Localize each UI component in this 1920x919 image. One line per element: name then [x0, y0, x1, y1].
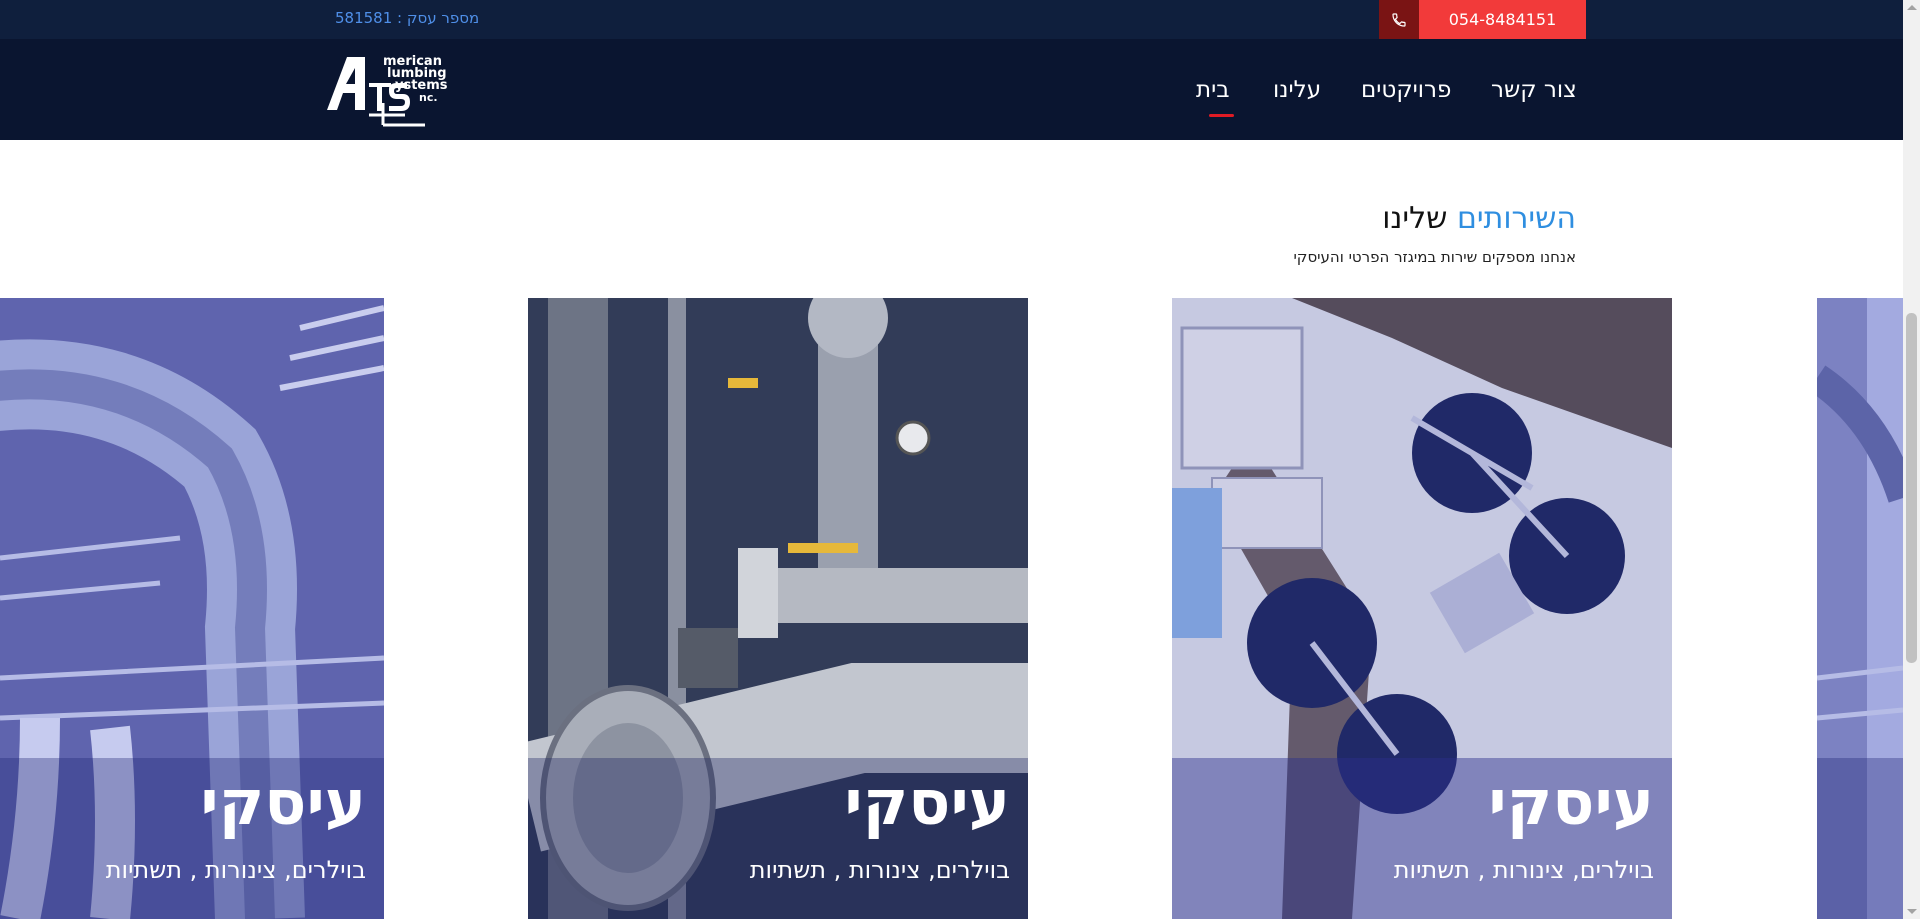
company-logo[interactable]: merican lumbing ystems nc.: [325, 53, 480, 128]
ducts-photo: [1817, 298, 1903, 919]
main-nav: merican lumbing ystems nc. צור קשר פרויק…: [0, 39, 1903, 140]
top-bar: מספר עסק : 581581 054-8484151: [0, 0, 1903, 39]
logo-line-4: nc.: [419, 91, 438, 104]
card-title: עיסקי: [1488, 766, 1654, 839]
phone-icon: [1379, 0, 1419, 39]
scroll-down-icon[interactable]: [1907, 909, 1917, 914]
card-title: עיסקי: [844, 766, 1010, 839]
business-number: מספר עסק : 581581: [335, 9, 480, 27]
service-card[interactable]: עיסקי בוילרים, צינורות , תשתיות: [1172, 298, 1672, 919]
nav-item-about[interactable]: עלינו: [1273, 77, 1321, 103]
scrollbar-thumb[interactable]: [1906, 313, 1917, 663]
service-card[interactable]: עיסקי בוילרים, צינורות , תשתיות: [0, 298, 384, 919]
service-card[interactable]: עיסקי בוילרים, צינורות , תשתיות: [528, 298, 1028, 919]
card-subtitle: בוילרים, צינורות , תשתיות: [749, 856, 1010, 884]
card-subtitle: בוילרים, צינורות , תשתיות: [105, 856, 366, 884]
phone-button[interactable]: 054-8484151: [1379, 0, 1586, 39]
logo-line-3: ystems: [395, 78, 448, 93]
nav-item-home[interactable]: בית: [1196, 77, 1230, 103]
active-nav-indicator: [1209, 114, 1234, 117]
card-subtitle: בוילרים, צינורות , תשתיות: [1393, 856, 1654, 884]
services-title-rest: שלינו: [1382, 201, 1448, 236]
service-card[interactable]: [1817, 298, 1903, 919]
nav-item-projects[interactable]: פרויקטים: [1361, 77, 1451, 103]
services-title: השירותים שלינו: [1382, 201, 1576, 236]
nav-item-contact[interactable]: צור קשר: [1491, 77, 1577, 103]
scroll-up-icon[interactable]: [1907, 5, 1917, 10]
services-title-highlight: השירותים: [1456, 201, 1576, 236]
card-title: עיסקי: [200, 766, 366, 839]
services-subtitle: אנחנו מספקים שירות במיגזר הפרטי והעיסקי: [1293, 248, 1576, 266]
phone-number: 054-8484151: [1419, 0, 1586, 39]
